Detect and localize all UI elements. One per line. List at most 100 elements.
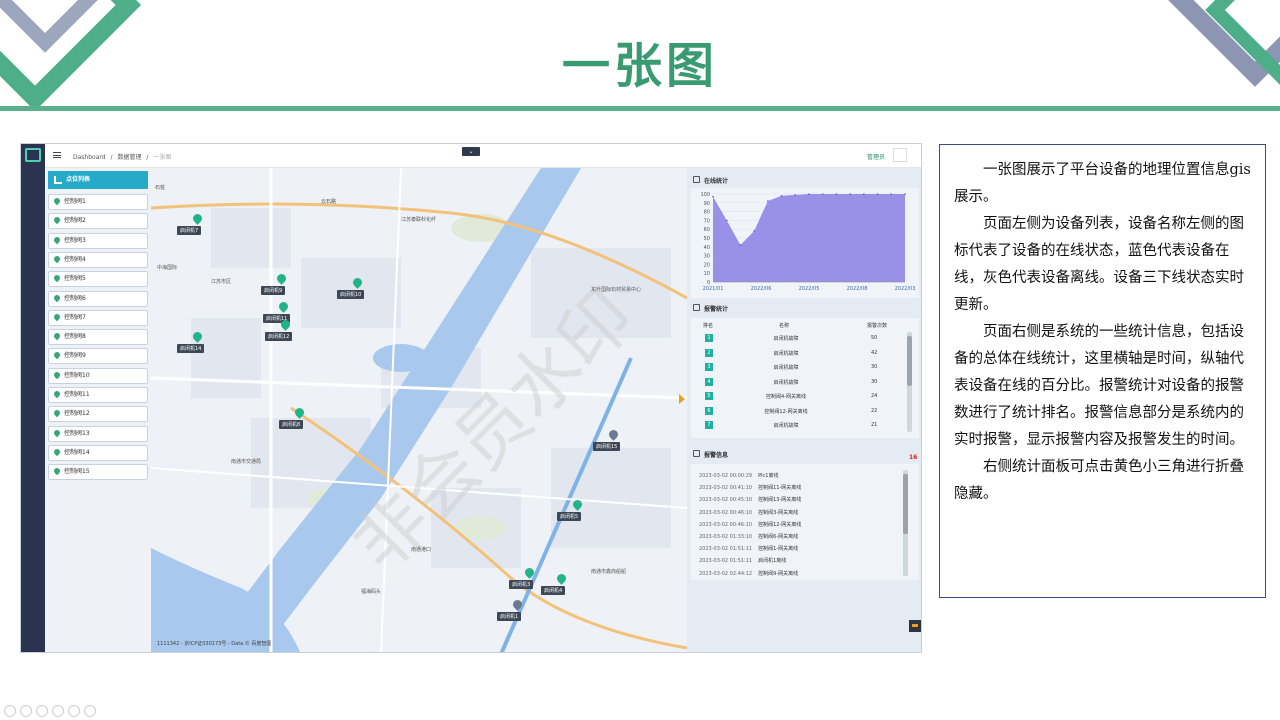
marker-label[interactable]: 启闭机5: [557, 512, 582, 521]
sidebar-item-valve[interactable]: 控制阀6: [48, 290, 148, 307]
location-pin-icon: [52, 235, 62, 244]
sidebar-item-valve[interactable]: 控制阀8: [48, 329, 148, 346]
sidebar-item-valve[interactable]: 控制阀5: [48, 271, 148, 288]
list-item[interactable]: 2023-03-02 02:44:12 控制阀9-网关离线: [699, 570, 899, 577]
alarm-count: 21: [871, 422, 878, 428]
list-item[interactable]: 2023-03-02 01:51:11 启闭机1离线: [699, 557, 899, 564]
menu-toggle-icon[interactable]: [53, 152, 61, 158]
alarm-info-list: 2023-03-02 00:00:29 Plc1离线 2023-03-02 00:4…: [691, 464, 919, 580]
panel-fold-triangle[interactable]: [679, 394, 685, 404]
marker-label[interactable]: 启闭机4: [541, 586, 566, 595]
zoom-icon[interactable]: [68, 705, 80, 717]
map-place-label: 福海码头: [361, 589, 382, 595]
alarm-message: 控制阀1-网关离线: [758, 546, 799, 553]
alarm-stats-title: 报警统计: [704, 306, 729, 313]
marker-label[interactable]: 启闭机14: [177, 344, 205, 353]
list-item[interactable]: 2023-03-02 01:51:11 控制阀1-网关离线: [699, 545, 899, 552]
app-logo-icon[interactable]: [25, 148, 41, 162]
app-screenshot: Dashboard / 数据管理 / 一张图 ⌄ 管理员 点位列表 控制阀1 控制…: [20, 143, 922, 653]
sidebar-item-valve[interactable]: 控制阀2: [48, 213, 148, 230]
marker-label[interactable]: 启闭机1: [497, 612, 522, 621]
next-slide-icon[interactable]: [20, 705, 32, 717]
prev-slide-icon[interactable]: [4, 705, 16, 717]
sidebar-item-valve[interactable]: 控制阀1: [48, 194, 148, 210]
alarm-time: 2023-03-02 00:45:10: [699, 497, 753, 504]
table-row[interactable]: 1 启闭机故障 50: [691, 332, 911, 345]
y-tick-label: 80: [704, 210, 710, 216]
marker-label[interactable]: 启闭机7: [177, 226, 202, 235]
location-pin-icon: [52, 409, 62, 418]
data-point: [780, 194, 783, 197]
rank-scroll-thumb[interactable]: [907, 336, 912, 386]
y-tick-label: 70: [704, 218, 710, 224]
sidebar-item-valve[interactable]: 控制阀7: [48, 309, 148, 326]
location-pin-icon: [52, 273, 62, 283]
table-row[interactable]: 5 控制阀4-网关离线 24: [691, 390, 911, 403]
list-item[interactable]: 2023-03-02 00:46:10 控制阀12-网关离线: [699, 521, 899, 528]
sidebar-item-valve[interactable]: 控制阀4: [48, 251, 148, 268]
pen-icon[interactable]: [36, 705, 48, 717]
more-icon[interactable]: [84, 705, 96, 717]
rank-scrollbar[interactable]: [907, 332, 912, 432]
avatar[interactable]: [893, 148, 907, 162]
alarm-scrollbar[interactable]: [903, 470, 908, 576]
list-item[interactable]: 2023-03-02 00:45:10 控制阀13-网关离线: [699, 496, 899, 503]
location-pin-icon: [52, 389, 62, 399]
app-rail: [21, 144, 45, 652]
marker-label[interactable]: 启闭机10: [337, 290, 365, 299]
list-item[interactable]: 2023-03-02 00:46:10 控制阀3-网关离线: [699, 509, 899, 516]
alarm-count: 22: [871, 407, 878, 414]
breadcrumb-current: 一张图: [153, 154, 172, 161]
table-row[interactable]: 2 启闭机故障 42: [691, 347, 911, 360]
sidebar-item-valve[interactable]: 控制阀9: [48, 348, 148, 365]
data-point: [725, 219, 728, 222]
alarm-message: 控制阀9-网关离线: [758, 570, 799, 577]
admin-user-label[interactable]: 管理员: [867, 152, 885, 161]
marker-label[interactable]: 启闭机3: [509, 580, 534, 589]
marker-label[interactable]: 启闭机12: [265, 332, 293, 341]
map-place-label: 南通港口: [411, 547, 432, 553]
table-row[interactable]: 4 启闭机故障 30: [691, 376, 911, 389]
location-pin-icon: [52, 447, 62, 457]
rank-number: 7: [705, 421, 713, 429]
breadcrumb: Dashboard / 数据管理 / 一张图: [73, 152, 174, 161]
marker-label[interactable]: 启闭机8: [279, 420, 304, 429]
sidebar-item-valve[interactable]: 控制阀10: [48, 367, 148, 384]
description-paragraph: 右侧统计面板可点击黄色小三角进行折叠隐藏。: [954, 459, 1244, 502]
map-place-label: 云石路: [321, 199, 337, 205]
layer-toggle-button[interactable]: [909, 620, 921, 632]
table-row[interactable]: 3 启闭机故障 30: [691, 361, 911, 374]
sidebar-item-valve[interactable]: 控制阀14: [48, 444, 148, 461]
sidebar-item-valve[interactable]: 控制阀13: [48, 425, 148, 442]
gis-map[interactable]: 非会员水印 石桩 云石路 江苏泰联科化纤 东升国际石材贸易中心 南通市交通局 南…: [151, 168, 687, 652]
collapse-header-button[interactable]: ⌄: [462, 147, 480, 156]
alarm-name: 控制阀4-网关离线: [766, 394, 806, 400]
online-stats-icon: [693, 176, 700, 183]
alarm-time: 2023-03-02 02:44:12: [699, 570, 753, 577]
list-item[interactable]: 2023-03-02 00:00:29 Plc1离线: [699, 472, 899, 479]
breadcrumb-dashboard[interactable]: Dashboard: [73, 154, 106, 161]
map-place-label: 江苏泰联科化纤: [401, 217, 437, 223]
sidebar-item-valve[interactable]: 控制阀11: [48, 387, 148, 403]
table-row[interactable]: 6 控制阀12-网关离线 22: [691, 405, 911, 418]
alarm-time: 2023-03-02 00:00:29: [699, 473, 753, 479]
location-pin-icon: [52, 216, 62, 225]
sidebar-item-valve[interactable]: 控制阀15: [48, 464, 148, 481]
description-paragraph: 页面左侧为设备列表，设备名称左侧的图标代表了设备的在线状态，蓝色代表设备在线，灰…: [954, 216, 1244, 313]
alarm-scroll-thumb[interactable]: [903, 474, 908, 534]
marker-label[interactable]: 启闭机15: [593, 442, 621, 451]
sidebar-item-label: 控制阀4: [64, 255, 86, 263]
table-row[interactable]: 7 启闭机故障 21: [691, 419, 911, 432]
sidebar-item-valve[interactable]: 控制阀3: [48, 232, 148, 249]
marker-label[interactable]: 启闭机9: [261, 286, 286, 295]
alarm-count: 30: [871, 378, 878, 385]
point-list-header[interactable]: 点位列表: [48, 171, 148, 189]
location-pin-icon: [52, 293, 62, 302]
device-sidebar: 点位列表 控制阀1 控制阀2 控制阀3 控制阀4 控制阀5 控制阀6 控制阀7 控制阀8 控制阀…: [45, 168, 151, 652]
breadcrumb-data-mgmt[interactable]: 数据管理: [117, 154, 141, 161]
list-item[interactable]: 2023-03-02 01:33:10 控制阀6-网关离线: [699, 533, 899, 540]
rank-number: 6: [705, 406, 713, 415]
copy-icon[interactable]: [52, 705, 64, 717]
sidebar-item-valve[interactable]: 控制阀12: [48, 406, 148, 423]
list-item[interactable]: 2023-03-02 00:41:10 控制阀11-网关离线: [699, 484, 899, 491]
